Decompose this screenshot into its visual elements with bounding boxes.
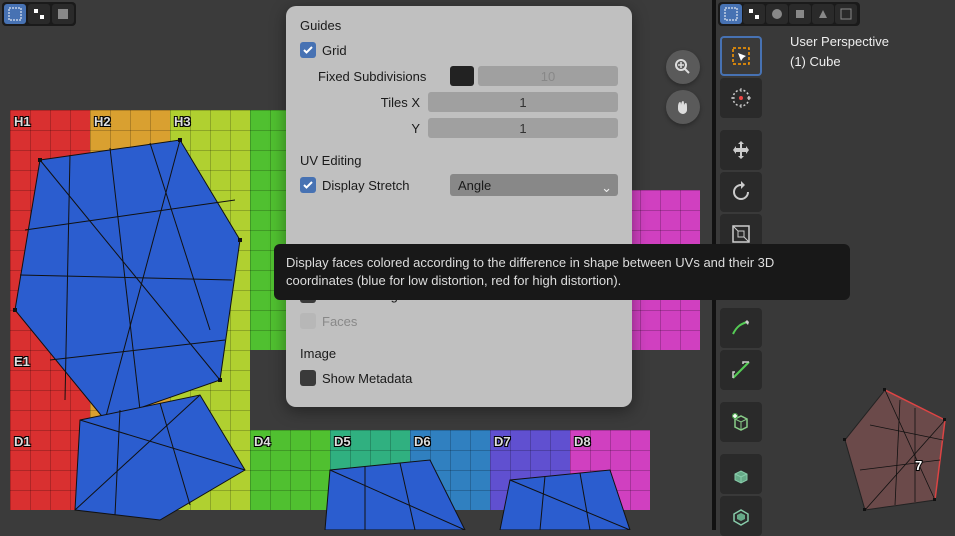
faces-label: Faces: [322, 314, 357, 329]
display-stretch-checkbox[interactable]: [300, 177, 316, 193]
uv-editing-title: UV Editing: [300, 153, 618, 168]
3d-header-display-modes: [718, 2, 860, 26]
perspective-label: User Perspective: [790, 32, 889, 52]
show-metadata-checkbox[interactable]: [300, 370, 316, 386]
stretch-type-dropdown[interactable]: Angle ⌄: [450, 174, 618, 196]
show-metadata-label: Show Metadata: [322, 371, 412, 386]
cursor-tool[interactable]: [720, 78, 762, 118]
add-cube-tool[interactable]: [720, 402, 762, 442]
display-mode-2[interactable]: [28, 4, 50, 24]
image-section: Image Show Metadata: [300, 346, 618, 389]
v3-mode-2[interactable]: [743, 4, 765, 24]
display-mode-3[interactable]: [52, 4, 74, 24]
fixed-subdiv-label: Fixed Subdivisions: [300, 69, 450, 84]
display-mode-1[interactable]: [4, 4, 26, 24]
svg-text:7: 7: [915, 458, 922, 473]
v3-mode-5[interactable]: [812, 4, 834, 24]
uv-editing-section: UV Editing Display Stretch Angle ⌄ Outli…: [300, 153, 618, 332]
display-stretch-label: Display Stretch: [322, 178, 409, 193]
v3-mode-6[interactable]: [835, 4, 857, 24]
tiles-x-value[interactable]: 1: [428, 92, 618, 112]
image-title: Image: [300, 346, 618, 361]
faces-checkbox: [300, 313, 316, 329]
grid-label: Grid: [322, 43, 347, 58]
guides-section: Guides Grid Fixed Subdivisions 10 Tiles …: [300, 18, 618, 139]
overlay-panel: Guides Grid Fixed Subdivisions 10 Tiles …: [286, 6, 632, 407]
viewport-info: User Perspective (1) Cube: [790, 32, 889, 71]
inset-tool[interactable]: [720, 496, 762, 536]
uv-header-display-modes: [2, 2, 76, 26]
chevron-down-icon: ⌄: [601, 180, 612, 196]
extrude-tool[interactable]: [720, 454, 762, 494]
fixed-subdiv-value[interactable]: 10: [478, 66, 618, 86]
tiles-y-value[interactable]: 1: [428, 118, 618, 138]
display-stretch-tooltip: Display faces colored according to the d…: [274, 244, 850, 300]
v3-mode-4[interactable]: [789, 4, 811, 24]
uv-editor-area: H1 H2 H3 E1 D1 D2 D3 D4 D5 D6 D7 D8: [0, 0, 712, 530]
grid-checkbox[interactable]: [300, 42, 316, 58]
rotate-tool[interactable]: [720, 172, 762, 212]
fixed-subdiv-toggle[interactable]: [450, 66, 474, 86]
zoom-button[interactable]: [666, 50, 700, 84]
pan-button[interactable]: [666, 90, 700, 124]
3d-mesh-preview: 7: [815, 330, 955, 530]
select-tool[interactable]: [720, 36, 762, 76]
move-tool[interactable]: [720, 130, 762, 170]
measure-tool[interactable]: [720, 350, 762, 390]
annotate-tool[interactable]: [720, 308, 762, 348]
v3-mode-3[interactable]: [766, 4, 788, 24]
guides-title: Guides: [300, 18, 618, 33]
object-label: (1) Cube: [790, 52, 889, 72]
v3-mode-1[interactable]: [720, 4, 742, 24]
tiles-y-label: Y: [300, 121, 428, 136]
tiles-x-label: Tiles X: [300, 95, 428, 110]
